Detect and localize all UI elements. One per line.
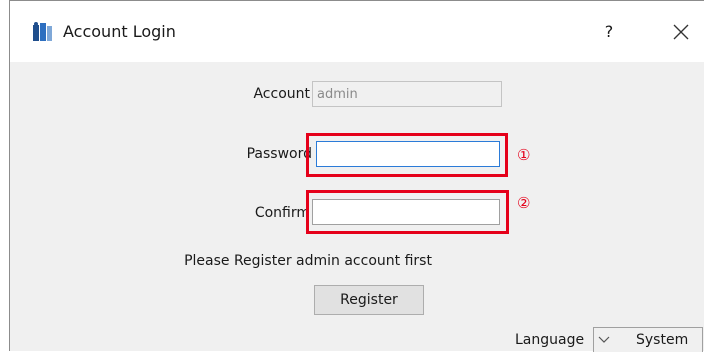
confirm-highlight-box (306, 190, 509, 234)
password-highlight-box (306, 133, 508, 177)
language-select[interactable]: System (593, 327, 703, 352)
account-field (312, 81, 502, 107)
help-button[interactable]: ? (597, 15, 621, 49)
account-login-dialog: Account Login ? Account Password ① Confi… (9, 0, 704, 352)
close-icon (673, 24, 689, 40)
annotation-marker-1: ① (517, 146, 531, 164)
language-value: System (636, 332, 689, 348)
confirm-label: Confirm (254, 205, 310, 221)
account-label: Account (253, 86, 310, 102)
language-label: Language (515, 332, 585, 348)
annotation-marker-2: ② (517, 194, 531, 212)
register-button[interactable]: Register (314, 285, 424, 315)
register-prompt-message: Please Register admin account first (184, 253, 432, 269)
window-title: Account Login (63, 22, 176, 41)
title-bar: Account Login ? (10, 1, 704, 62)
close-button[interactable] (666, 15, 696, 49)
chevron-down-icon (598, 336, 610, 343)
app-logo-icon (33, 22, 52, 41)
password-label: Password (246, 146, 312, 162)
